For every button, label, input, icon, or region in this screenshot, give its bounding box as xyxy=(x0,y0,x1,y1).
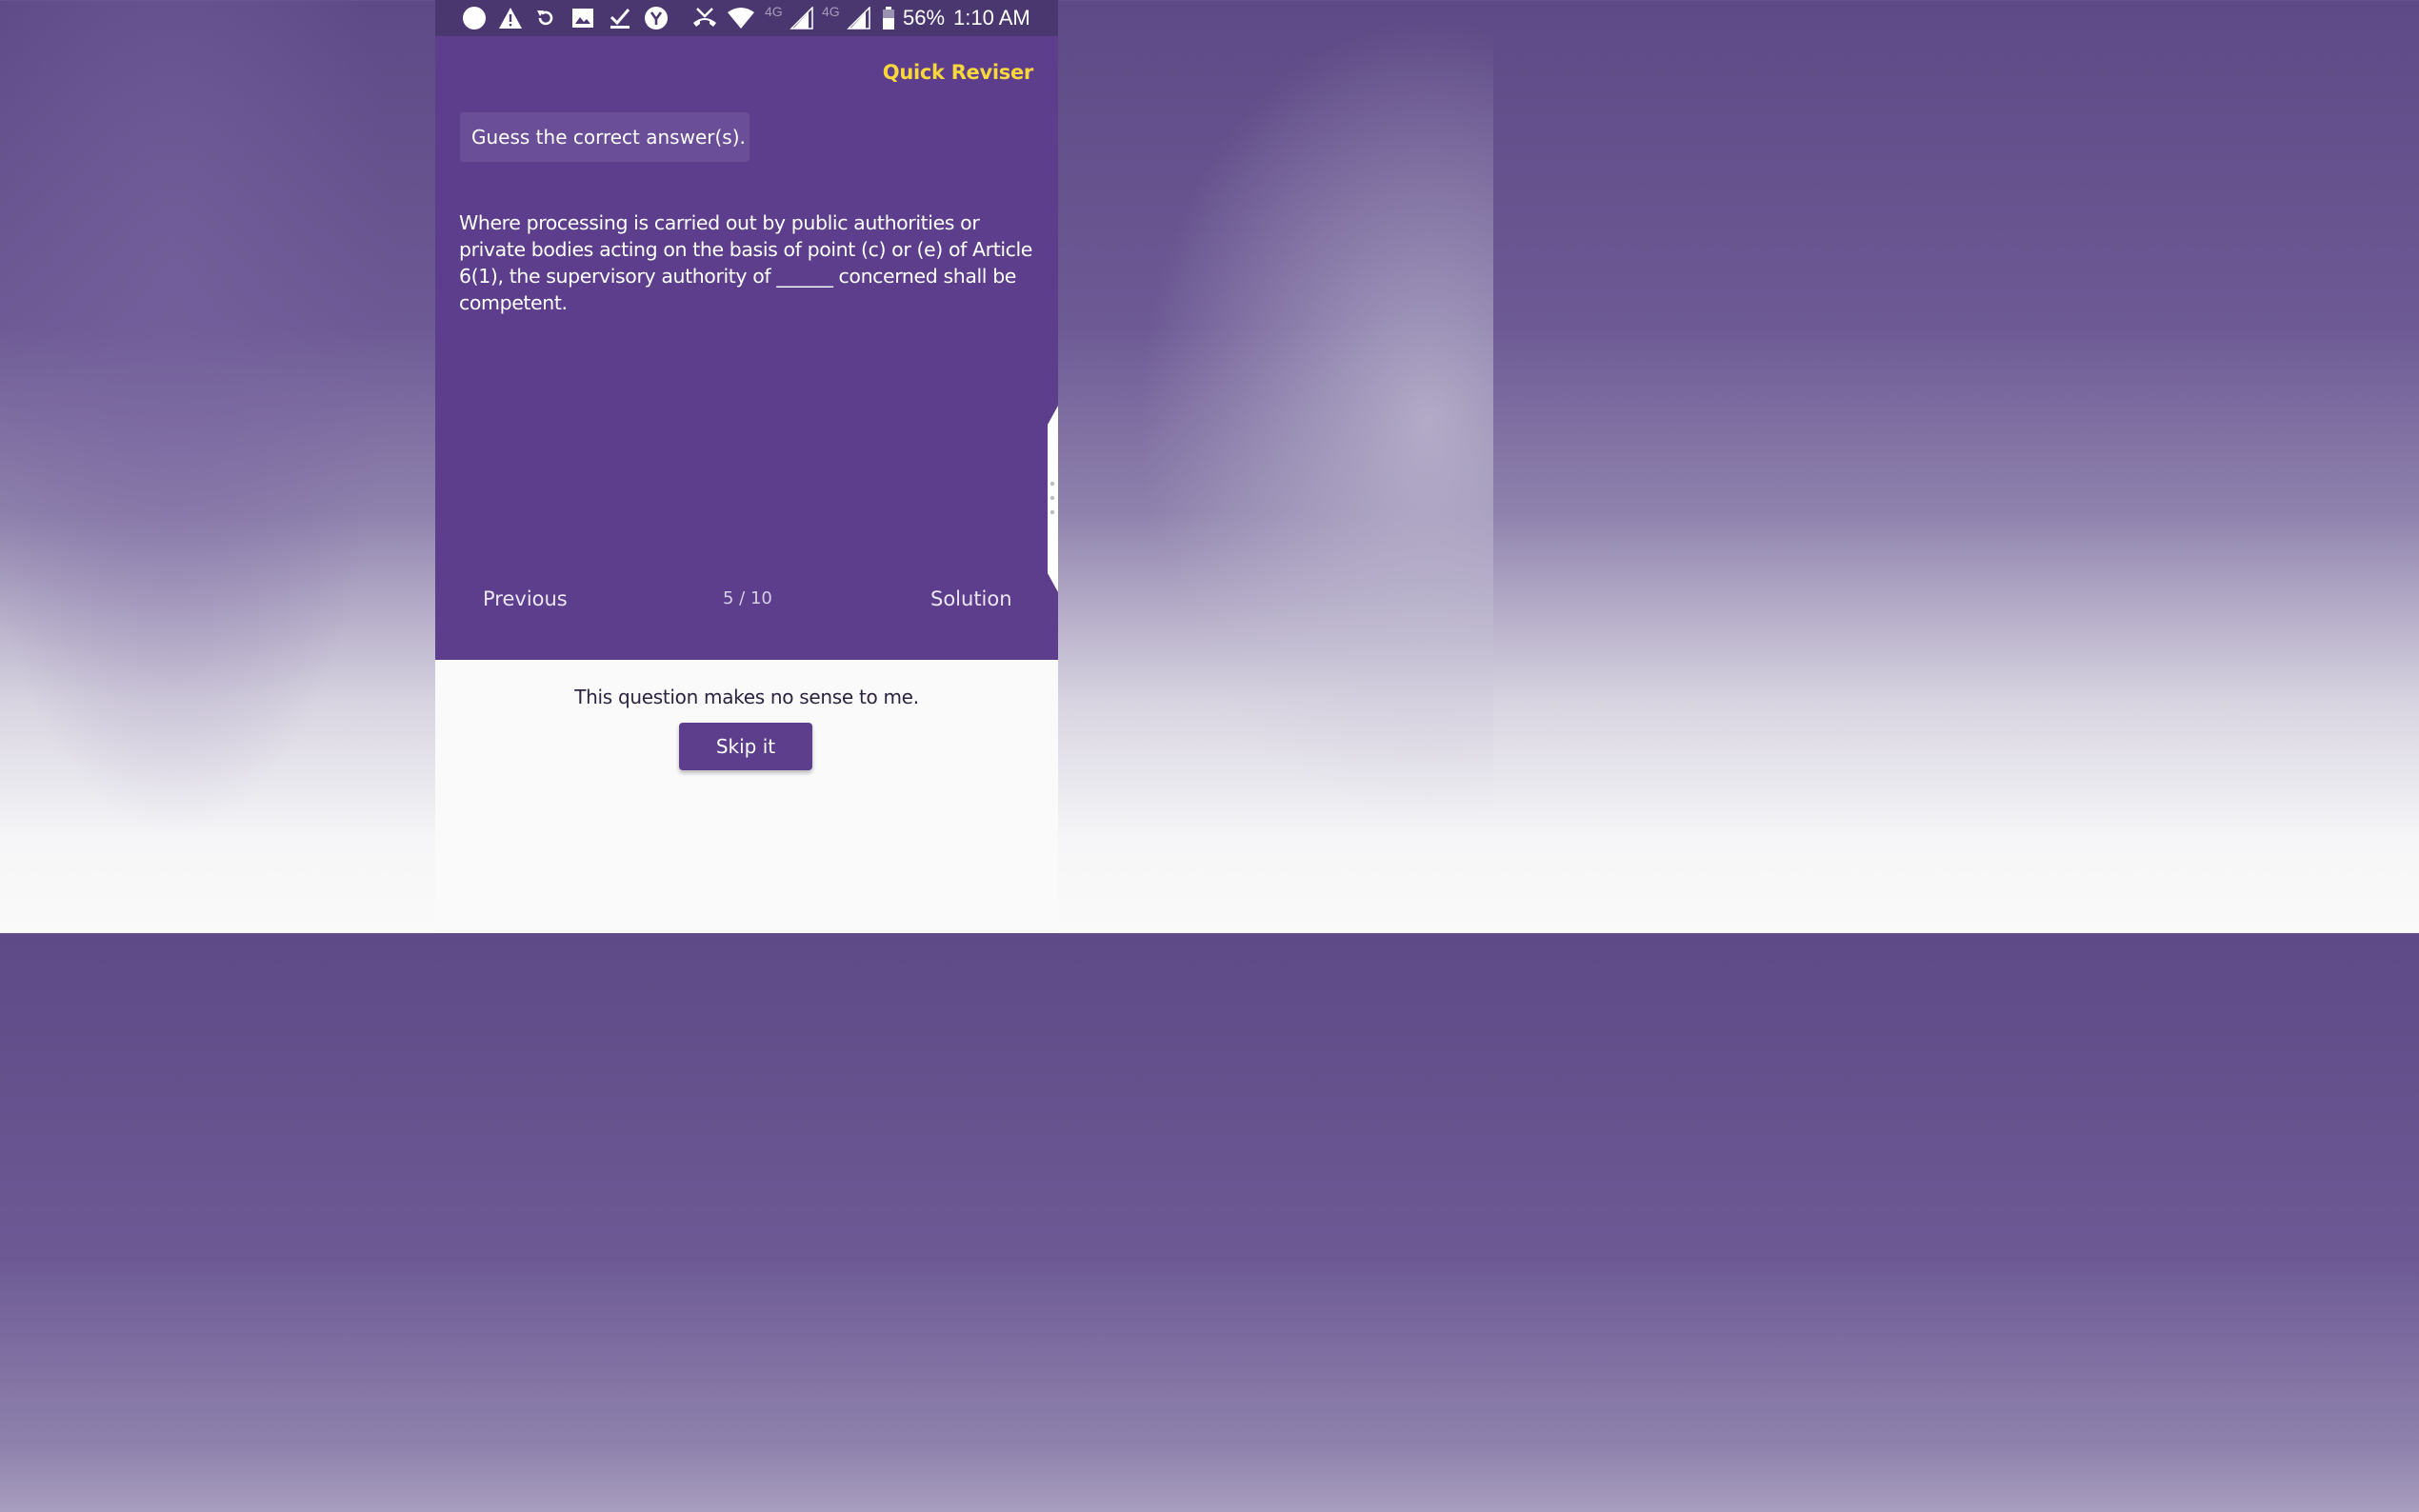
network-type-2: 4G xyxy=(822,4,840,19)
signal-icon xyxy=(847,6,871,30)
clock: 1:10 AM xyxy=(953,6,1030,30)
feedback-message: This question makes no sense to me. xyxy=(574,686,919,708)
background-right xyxy=(1058,0,1493,933)
wifi-icon xyxy=(727,6,755,30)
instruction-label: Guess the correct answer(s). xyxy=(460,112,750,162)
question-progress: 5 / 10 xyxy=(723,588,772,608)
signal-icon xyxy=(790,6,814,30)
checkmark-icon xyxy=(609,6,631,30)
missed-call-icon xyxy=(690,6,719,30)
app-brand: Quick Reviser xyxy=(882,61,1034,84)
battery-level: 56% xyxy=(903,6,946,30)
circle-icon xyxy=(462,6,487,30)
phone-screen: 4G 4G 56% 1:10 AM Quick Reviser Guess th… xyxy=(435,0,1058,933)
y-badge-icon xyxy=(644,6,669,30)
background-left xyxy=(0,0,435,933)
solution-button[interactable]: Solution xyxy=(930,585,1012,613)
network-type-1: 4G xyxy=(765,4,783,19)
skip-button[interactable]: Skip it xyxy=(679,723,812,770)
side-panel-handle[interactable] xyxy=(1045,406,1058,592)
sync-icon xyxy=(534,6,557,30)
question-text: Where processing is carried out by publi… xyxy=(459,211,1033,314)
image-icon xyxy=(571,6,594,30)
battery-icon xyxy=(881,6,896,30)
previous-button[interactable]: Previous xyxy=(483,585,568,613)
status-bar: 4G 4G 56% 1:10 AM xyxy=(435,0,1058,36)
question-card: Quick Reviser Guess the correct answer(s… xyxy=(435,36,1058,660)
warning-icon xyxy=(498,6,523,30)
